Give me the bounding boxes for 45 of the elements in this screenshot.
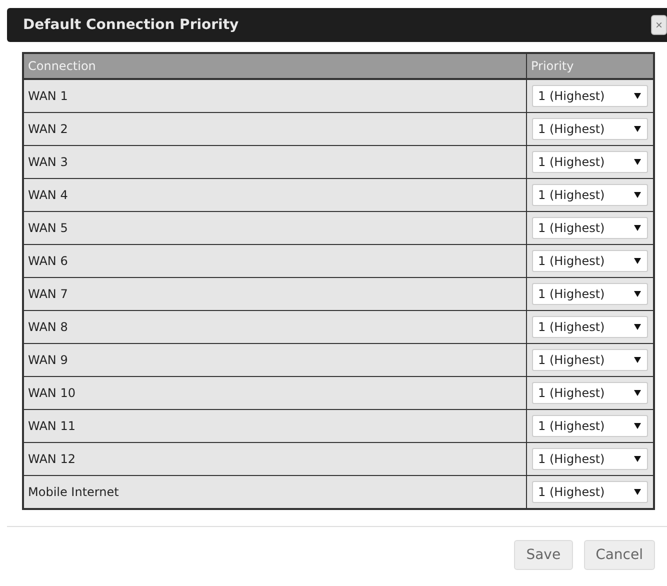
priority-dropdown[interactable]: 1 (Highest) [532, 85, 648, 107]
caret-icon [634, 192, 641, 198]
priority-dropdown[interactable]: 1 (Highest) [532, 448, 648, 470]
caret-icon [634, 423, 641, 429]
priority-dropdown[interactable]: 1 (Highest) [532, 151, 648, 173]
priority-dropdown[interactable]: 1 (Highest) [532, 250, 648, 272]
priority-dropdown[interactable]: 1 (Highest) [532, 316, 648, 338]
table-cell: WAN 1 [23, 79, 526, 112]
priority-dropdown[interactable]: 1 (Highest) [532, 349, 648, 371]
priority-dropdown[interactable]: 1 (Highest) [532, 415, 648, 437]
table-cell: WAN 10 [23, 376, 526, 410]
priority-dropdown[interactable]: 1 (Highest) [532, 481, 648, 503]
column-header: Priority [526, 53, 654, 79]
caret-icon [634, 456, 641, 462]
dialog-button[interactable]: Save [514, 540, 573, 570]
table-cell: WAN 11 [23, 410, 526, 442]
dialog-title: Default Connection Priority [23, 17, 239, 33]
caret-icon [634, 390, 641, 396]
table-cell: WAN 2 [23, 112, 526, 146]
priority-dropdown[interactable]: 1 (Highest) [532, 382, 648, 404]
table-cell: WAN 7 [23, 278, 526, 310]
close-button[interactable]: × [651, 15, 667, 35]
caret-icon [634, 126, 641, 132]
column-header: Connection [23, 53, 526, 79]
table-cell: WAN 3 [23, 146, 526, 178]
caret-icon [634, 324, 641, 330]
priority-dropdown[interactable]: 1 (Highest) [532, 118, 648, 140]
caret-icon [634, 225, 641, 231]
table-cell: WAN 4 [23, 178, 526, 212]
priority-dropdown[interactable]: 1 (Highest) [532, 217, 648, 239]
priority-dropdown[interactable]: 1 (Highest) [532, 184, 648, 206]
dialog-button[interactable]: Cancel [584, 540, 655, 570]
caret-icon [634, 357, 641, 363]
table-cell: WAN 9 [23, 344, 526, 376]
table-cell: WAN 8 [23, 310, 526, 344]
table-cell: WAN 12 [23, 442, 526, 476]
caret-icon [634, 93, 641, 99]
caret-icon [634, 489, 641, 495]
table-cell: WAN 5 [23, 212, 526, 244]
caret-icon [634, 291, 641, 297]
table-cell: WAN 6 [23, 244, 526, 278]
table-cell: Mobile Internet [23, 476, 526, 509]
caret-icon [634, 258, 641, 264]
priority-dropdown[interactable]: 1 (Highest) [532, 283, 648, 305]
caret-icon [634, 159, 641, 165]
